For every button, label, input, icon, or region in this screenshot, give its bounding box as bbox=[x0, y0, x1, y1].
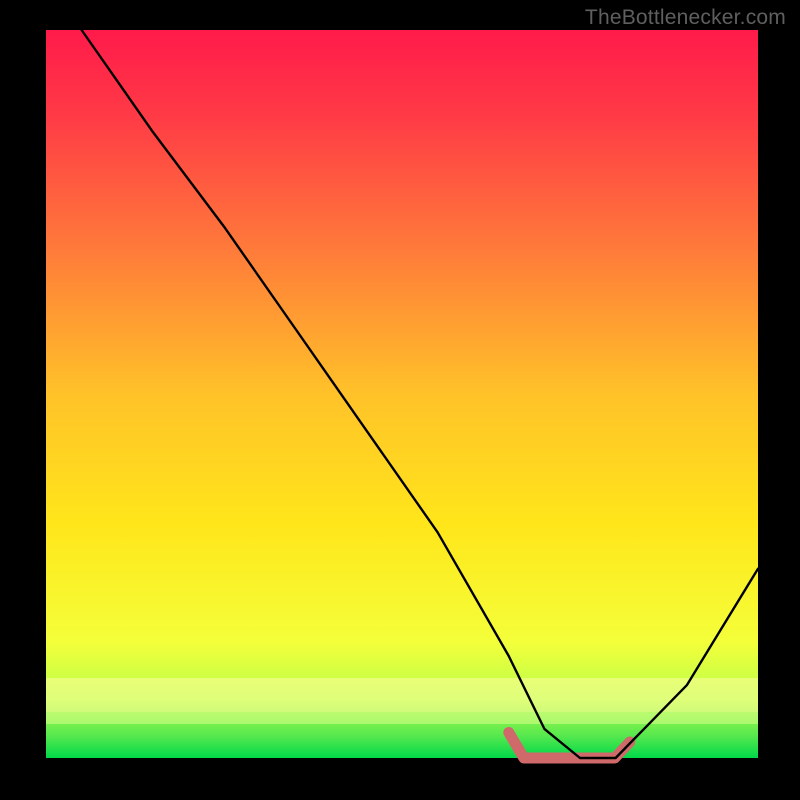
chart-svg bbox=[0, 0, 800, 800]
bottleneck-chart bbox=[0, 0, 800, 800]
chart-band-yellow bbox=[46, 678, 758, 712]
watermark-text: TheBottlenecker.com bbox=[585, 6, 786, 30]
chart-plot-area bbox=[46, 30, 758, 758]
